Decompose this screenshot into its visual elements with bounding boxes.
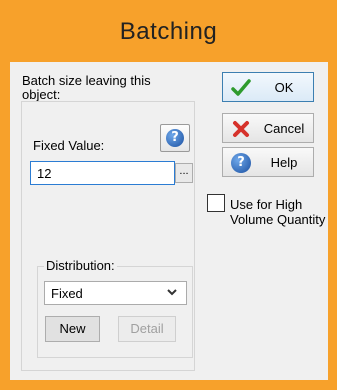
fixed-value-browse-button[interactable]: ... [175,163,193,183]
batch-size-prompt: Batch size leaving this object: [22,73,151,102]
fixed-value-input[interactable] [30,161,175,185]
question-icon: ? [231,153,251,173]
distribution-select[interactable]: Fixed [44,281,187,305]
cancel-button-label: Cancel [263,121,305,136]
high-volume-label: Use for High Volume Quantity [230,197,326,227]
x-icon [233,121,249,137]
chevron-down-icon [167,289,177,296]
high-volume-checkbox[interactable] [207,194,225,212]
dialog-title: Batching [119,18,218,45]
fixed-value-label: Fixed Value: [33,138,105,153]
ok-button-label: OK [274,80,294,95]
cancel-button[interactable]: Cancel [222,113,314,143]
question-icon: ? [166,129,184,147]
distribution-label: Distribution: [44,258,117,273]
new-distribution-button[interactable]: New [45,316,100,342]
help-button-label: Help [270,155,298,170]
ok-button[interactable]: OK [222,72,314,102]
detail-distribution-button[interactable]: Detail [118,316,176,342]
distribution-group [37,266,193,358]
check-icon [231,79,251,96]
help-button[interactable]: ? Help [222,147,314,177]
fixed-value-help-button[interactable]: ? [160,124,190,152]
distribution-selected-value: Fixed [51,286,83,301]
batching-dialog: Batching Batch size leaving this object:… [0,0,337,390]
